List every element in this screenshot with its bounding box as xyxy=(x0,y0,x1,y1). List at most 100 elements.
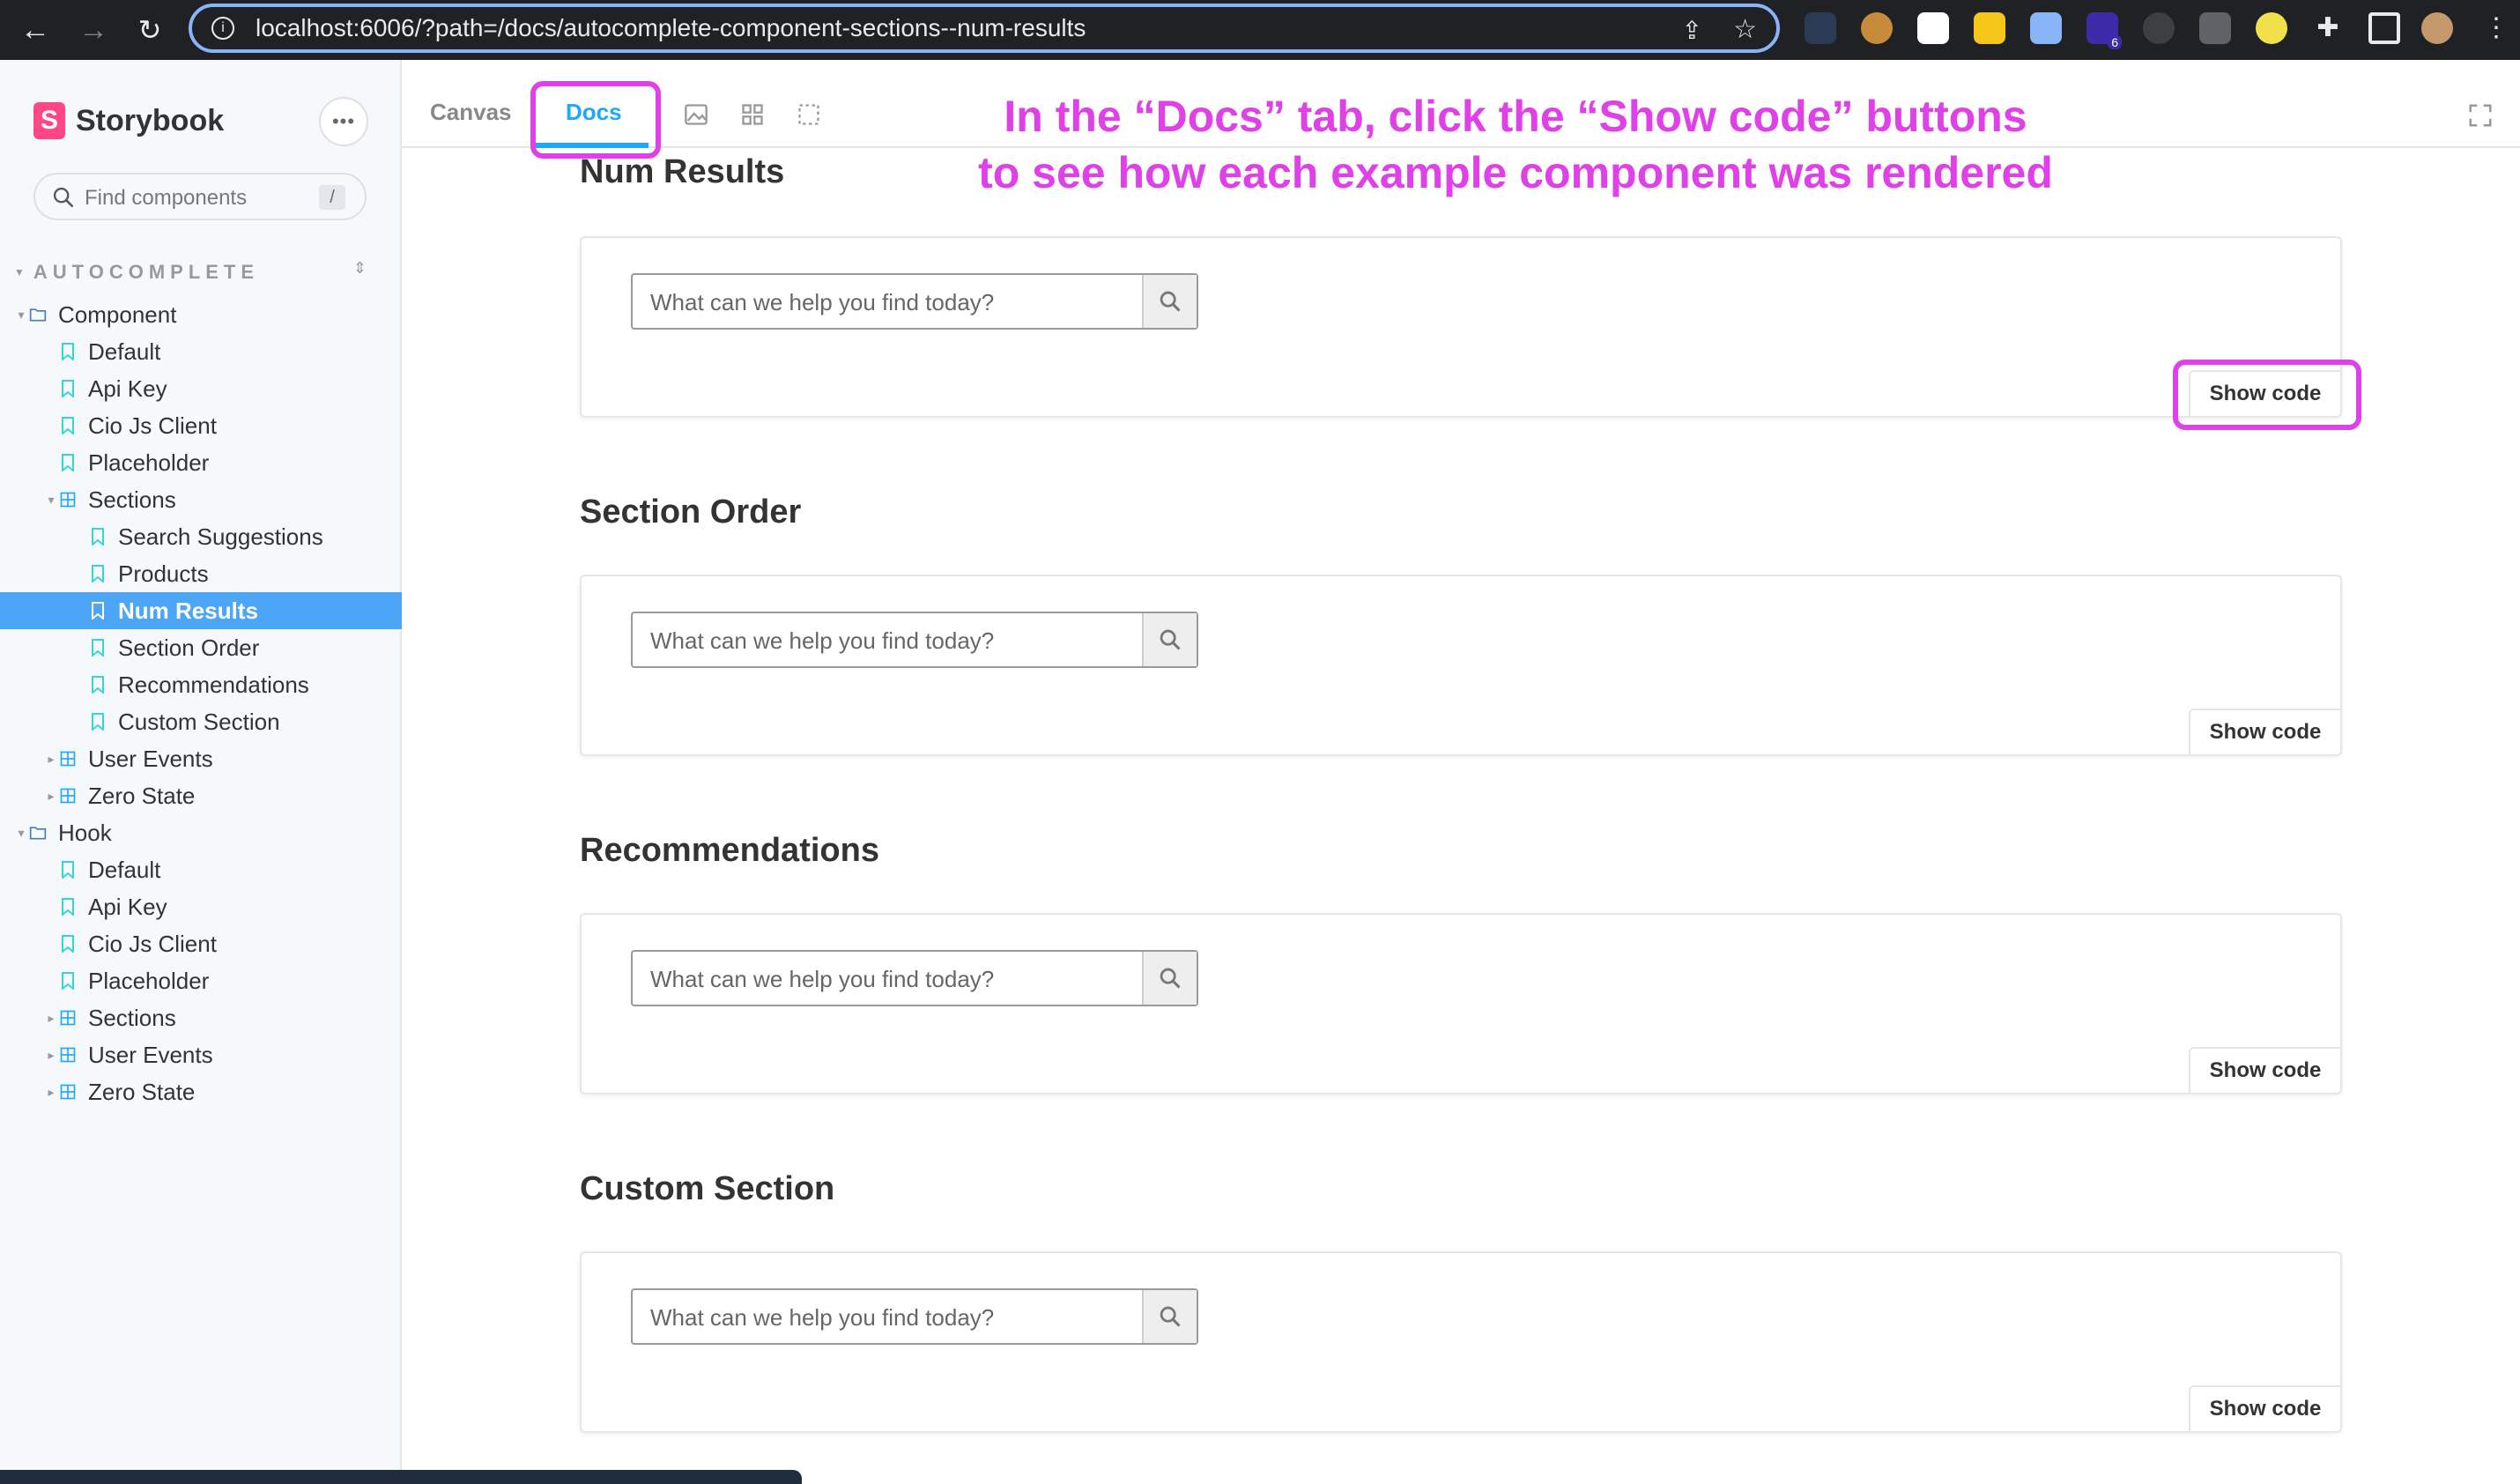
fullscreen-icon[interactable] xyxy=(2467,102,2494,129)
autocomplete-input[interactable]: What can we help you find today? xyxy=(631,950,1198,1006)
caret-down-icon[interactable]: ▾ xyxy=(14,826,28,841)
brand-name: Storybook xyxy=(76,103,225,137)
link-status-bar xyxy=(0,1470,802,1484)
sidebar-item-label: Section Order xyxy=(118,634,260,661)
caret-right-icon[interactable]: ▸ xyxy=(44,789,58,804)
cookie-extension-icon[interactable] xyxy=(1861,12,1893,44)
storybook-logo[interactable]: S Storybook xyxy=(33,102,224,139)
autocomplete-input[interactable]: What can we help you find today? xyxy=(631,273,1198,330)
sidebar-item-placeholder[interactable]: Placeholder xyxy=(0,962,402,999)
sync-extension-icon[interactable] xyxy=(1974,12,2005,44)
sidebar-item-sections[interactable]: ▾ Sections xyxy=(0,481,402,518)
input-placeholder: What can we help you find today? xyxy=(650,1304,995,1331)
section-title: Num Results xyxy=(580,153,785,190)
show-code-button[interactable]: Show code xyxy=(2189,1385,2340,1431)
sidebar-item-cio-js-client[interactable]: Cio Js Client xyxy=(0,407,402,444)
tutorial-annotation: In the “Docs” tab, click the “Show code”… xyxy=(881,88,2150,201)
search-submit-button[interactable] xyxy=(1142,275,1197,328)
sidebar-item-label: Zero State xyxy=(88,782,196,809)
sidebar-item-default[interactable]: Default xyxy=(0,851,402,888)
sidebar: S Storybook ••• Find components / ▼ AUTO… xyxy=(0,60,402,1484)
input-placeholder: What can we help you find today? xyxy=(650,627,995,654)
annotation-line-2: to see how each example component was re… xyxy=(978,148,2053,197)
find-components-search[interactable]: Find components / xyxy=(33,173,367,220)
image-icon[interactable] xyxy=(684,102,708,127)
url-text[interactable]: localhost:6006/?path=/docs/autocomplete-… xyxy=(256,14,1086,42)
tool-extension-icon[interactable] xyxy=(2030,12,2062,44)
forward-icon[interactable]: → xyxy=(76,12,111,48)
outline-icon[interactable] xyxy=(797,102,821,127)
show-code-button[interactable]: Show code xyxy=(2189,709,2340,754)
search-submit-button[interactable] xyxy=(1142,1290,1197,1343)
tab-canvas[interactable]: Canvas xyxy=(430,99,512,126)
section-header-autocomplete[interactable]: ▼ AUTOCOMPLETE ⇕ xyxy=(14,259,367,286)
caret-right-icon[interactable]: ▸ xyxy=(44,1085,58,1100)
bookmark-star-icon[interactable]: ☆ xyxy=(1733,14,1757,45)
c-extension-icon[interactable] xyxy=(2199,12,2231,44)
caret-down-icon[interactable]: ▾ xyxy=(44,493,58,508)
story-preview: What can we help you find today? Show co… xyxy=(580,575,2342,756)
story-bookmark-icon xyxy=(58,934,78,953)
cube-extension-icon[interactable]: 6 xyxy=(2086,12,2122,49)
extension-icon[interactable] xyxy=(1805,12,1836,44)
docs-content: Num Results What can we help you find to… xyxy=(402,148,2520,1484)
story-bookmark-icon xyxy=(58,453,78,472)
reload-icon[interactable]: ↻ xyxy=(132,12,167,48)
settings-menu-button[interactable]: ••• xyxy=(319,97,368,146)
sidebar-item-user-events[interactable]: ▸ User Events xyxy=(0,740,402,777)
csp-extension-icon[interactable] xyxy=(2143,12,2175,44)
search-submit-button[interactable] xyxy=(1142,613,1197,666)
sidebar-item-default[interactable]: Default xyxy=(0,333,402,370)
sidebar-item-api-key[interactable]: Api Key xyxy=(0,888,402,925)
share-icon[interactable]: ⇪ xyxy=(1682,16,1702,45)
sidebar-item-label: Sections xyxy=(88,1004,176,1031)
sidebar-item-label: Recommendations xyxy=(118,671,309,698)
sidebar-item-custom-section[interactable]: Custom Section xyxy=(0,703,402,740)
sidebar-item-label: Products xyxy=(118,560,209,587)
sidebar-item-placeholder[interactable]: Placeholder xyxy=(0,444,402,481)
section-header-label: AUTOCOMPLETE xyxy=(33,261,260,283)
story-bookmark-icon xyxy=(58,342,78,361)
glasses-extension-icon[interactable] xyxy=(1917,12,1949,44)
sidebar-item-zero-state[interactable]: ▸ Zero State xyxy=(0,777,402,814)
sidebar-item-api-key[interactable]: Api Key xyxy=(0,370,402,407)
caret-right-icon[interactable]: ▸ xyxy=(44,1011,58,1026)
sidebar-item-products[interactable]: Products xyxy=(0,555,402,592)
show-code-button[interactable]: Show code xyxy=(2189,1047,2340,1093)
search-submit-button[interactable] xyxy=(1142,952,1197,1005)
sidebar-item-label: Sections xyxy=(88,486,176,513)
puzzle-icon[interactable]: ✚ xyxy=(2312,12,2344,44)
back-icon[interactable]: ← xyxy=(18,12,53,48)
component-icon xyxy=(58,749,78,768)
expand-collapse-icon[interactable]: ⇕ xyxy=(353,259,367,278)
sidebar-item-component[interactable]: ▾ Component xyxy=(0,296,402,333)
sidebar-item-user-events[interactable]: ▸ User Events xyxy=(0,1036,402,1073)
sidebar-item-recommendations[interactable]: Recommendations xyxy=(0,666,402,703)
address-bar[interactable]: i localhost:6006/?path=/docs/autocomplet… xyxy=(189,4,1780,53)
search-icon xyxy=(1160,1306,1181,1327)
info-icon[interactable]: i xyxy=(211,17,234,40)
autocomplete-input[interactable]: What can we help you find today? xyxy=(631,1288,1198,1345)
story-preview: What can we help you find today? Show co… xyxy=(580,236,2342,418)
sidebar-item-search-suggestions[interactable]: Search Suggestions xyxy=(0,518,402,555)
avatar[interactable] xyxy=(2421,12,2453,44)
sidebar-item-hook[interactable]: ▾ Hook xyxy=(0,814,402,851)
sidebar-item-sections[interactable]: ▸ Sections xyxy=(0,999,402,1036)
caret-right-icon[interactable]: ▸ xyxy=(44,1048,58,1063)
clock-extension-icon[interactable] xyxy=(2256,12,2287,44)
sidebar-item-zero-state[interactable]: ▸ Zero State xyxy=(0,1073,402,1110)
caret-down-icon[interactable]: ▾ xyxy=(14,308,28,323)
story-preview: What can we help you find today? Show co… xyxy=(580,1251,2342,1433)
sidebar-item-label: Zero State xyxy=(88,1078,196,1105)
sidebar-item-cio-js-client[interactable]: Cio Js Client xyxy=(0,925,402,962)
sidebar-item-section-order[interactable]: Section Order xyxy=(0,629,402,666)
sidepanel-icon[interactable] xyxy=(2368,12,2400,44)
sidebar-item-num-results[interactable]: Num Results xyxy=(0,592,402,629)
story-preview: What can we help you find today? Show co… xyxy=(580,913,2342,1094)
autocomplete-input[interactable]: What can we help you find today? xyxy=(631,612,1198,668)
more-vertical-icon[interactable]: ⋮ xyxy=(2483,12,2509,43)
sidebar-item-label: Default xyxy=(88,338,161,365)
grid-icon[interactable] xyxy=(740,102,765,127)
section-title: Recommendations xyxy=(580,832,879,869)
caret-right-icon[interactable]: ▸ xyxy=(44,752,58,767)
